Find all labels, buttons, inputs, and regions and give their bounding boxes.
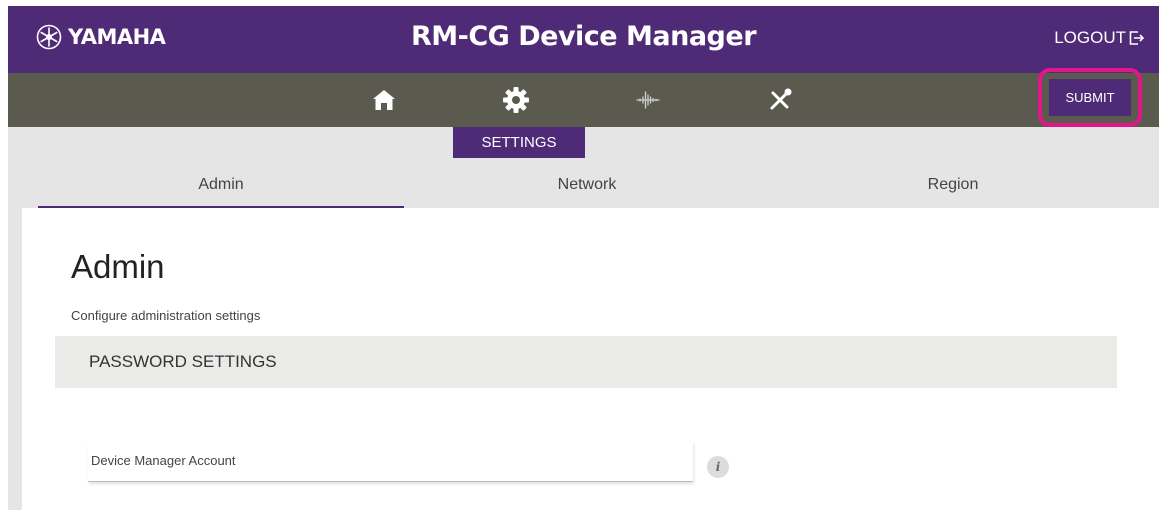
device-manager-account-field[interactable]: Device Manager Account [88,442,693,482]
submit-highlight: SUBMIT [1038,68,1142,127]
logout-button[interactable]: LOGOUT [1054,28,1145,48]
password-settings-header: PASSWORD SETTINGS [55,336,1117,388]
gear-icon [503,87,529,113]
top-header: YAMAHA RM-CG Device Manager LOGOUT [8,6,1159,73]
page-title: Admin [71,248,165,285]
app-title: RM-CG Device Manager [410,21,757,52]
tab-network[interactable]: Network [404,164,770,206]
main-nav-bar [8,73,1159,127]
tab-admin[interactable]: Admin [38,164,404,209]
settings-section-tag: SETTINGS [453,127,585,158]
tools-nav-button[interactable] [762,83,798,117]
home-icon [373,90,395,110]
tab-region[interactable]: Region [770,164,1136,206]
audio-wave-icon [636,91,660,109]
home-nav-button[interactable] [366,83,402,117]
admin-content: Admin Configure administration settings … [22,208,1159,510]
device-manager-account-label: Device Manager Account [91,453,236,468]
settings-tabs: Admin Network Region [38,164,1158,209]
info-icon[interactable]: i [707,456,729,478]
submit-button[interactable]: SUBMIT [1049,79,1131,116]
logout-label: LOGOUT [1054,28,1126,47]
audio-nav-button[interactable] [630,83,666,117]
page-description: Configure administration settings [71,308,261,323]
tools-icon [770,88,792,110]
logout-icon [1129,31,1145,45]
settings-nav-button[interactable] [498,83,534,117]
